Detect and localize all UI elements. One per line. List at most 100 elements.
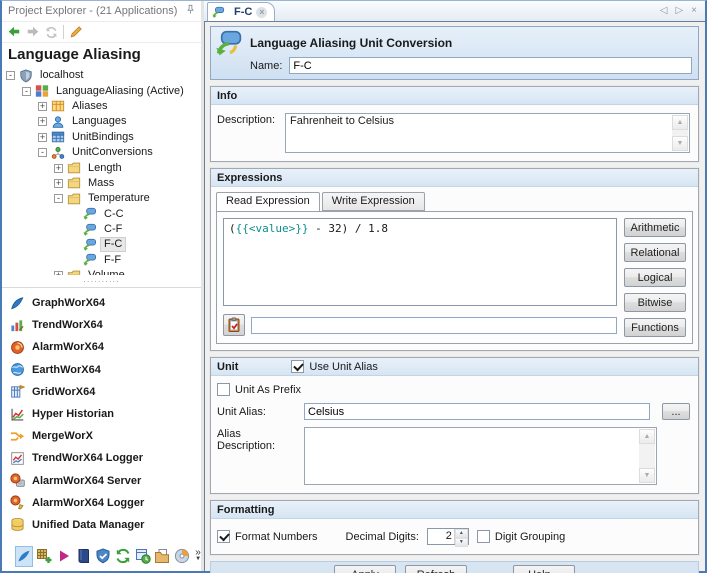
logical-button[interactable]: Logical <box>624 268 686 287</box>
pin-icon[interactable] <box>185 4 196 18</box>
scroll-down-icon[interactable]: ▼ <box>672 136 688 151</box>
unit-as-prefix-checkbox-box[interactable] <box>217 383 230 396</box>
edit-pencil-icon[interactable] <box>69 25 83 39</box>
tree-item-f-c[interactable]: F-C <box>2 237 201 252</box>
tab-f-c[interactable]: F-C × <box>207 2 275 21</box>
description-scrollbar[interactable]: ▲ ▼ <box>672 115 688 151</box>
unit-alias-input[interactable] <box>304 403 650 420</box>
alias-description-scrollbar[interactable]: ▲ ▼ <box>639 429 655 483</box>
app-item-graphworx64[interactable]: GraphWorX64 <box>2 292 201 314</box>
tree-item-label: Temperature <box>85 192 153 205</box>
decimal-digits-value[interactable]: 2 <box>428 529 454 544</box>
tab-strip-close-icon[interactable]: × <box>691 5 697 16</box>
splitter-handle[interactable]: ·········· <box>2 275 201 288</box>
app-item-alarmworx64-logger[interactable]: AlarmWorX64 Logger <box>2 492 201 514</box>
scroll-down-icon[interactable]: ▼ <box>639 468 655 483</box>
digit-grouping-checkbox[interactable]: Digit Grouping <box>477 530 565 543</box>
unit-as-prefix-label: Unit As Prefix <box>235 384 301 396</box>
scroll-up-icon[interactable]: ▲ <box>639 429 655 444</box>
expression-editor[interactable]: ({{<value>}} - 32) / 1.8 <box>223 218 617 306</box>
use-unit-alias-checkbox-box[interactable] <box>291 360 304 373</box>
browse-unit-alias-button[interactable]: ... <box>662 403 690 420</box>
unit-alias-label: Unit Alias: <box>217 405 297 418</box>
scroll-up-icon[interactable]: ▲ <box>672 115 688 130</box>
tree-item-languagealiasing-active[interactable]: -LanguageAliasing (Active) <box>2 83 201 98</box>
apply-button[interactable]: Apply <box>334 565 396 573</box>
app-item-trendworx64-logger[interactable]: TrendWorX64 Logger <box>2 447 201 469</box>
book-icon[interactable] <box>75 546 93 567</box>
expression-preview-input[interactable] <box>251 317 617 334</box>
alias-description-field[interactable]: ▲ ▼ <box>304 427 657 485</box>
functions-button[interactable]: Functions <box>624 318 686 337</box>
expand-icon[interactable]: + <box>54 164 63 173</box>
tab-close-icon[interactable]: × <box>256 7 267 18</box>
app-item-alarmworx64[interactable]: AlarmWorX64 <box>2 336 201 358</box>
run-play-icon[interactable] <box>55 546 73 567</box>
app-item-mergeworx[interactable]: MergeWorX <box>2 425 201 447</box>
tree-item-languages[interactable]: +Languages <box>2 114 201 129</box>
decimal-digits-stepper[interactable]: 2 ▲ ▼ <box>427 528 469 545</box>
bitwise-button[interactable]: Bitwise <box>624 293 686 312</box>
digit-grouping-checkbox-box[interactable] <box>477 530 490 543</box>
expand-icon[interactable]: + <box>54 179 63 188</box>
expand-icon[interactable]: + <box>38 117 47 126</box>
expand-icon[interactable]: + <box>38 133 47 142</box>
tree-item-unitconversions[interactable]: -UnitConversions <box>2 145 201 160</box>
tab-scroll-left-icon[interactable]: ◁ <box>660 5 668 16</box>
app-item-label: TrendWorX64 Logger <box>32 452 143 464</box>
format-numbers-checkbox[interactable]: Format Numbers <box>217 530 318 543</box>
refresh-data-icon[interactable] <box>114 546 132 567</box>
app-item-label: TrendWorX64 <box>32 319 103 331</box>
workbench-icon[interactable] <box>15 546 33 567</box>
spin-up-icon[interactable]: ▲ <box>455 529 468 538</box>
use-unit-alias-checkbox[interactable]: Use Unit Alias <box>291 360 377 373</box>
expressions-group: Expressions Read Expression Write Expres… <box>210 168 699 351</box>
tree-item-mass[interactable]: +Mass <box>2 176 201 191</box>
description-field[interactable]: Fahrenheit to Celsius ▲ ▼ <box>285 113 690 153</box>
help-button[interactable]: Help... <box>513 565 575 573</box>
tree-item-c-f[interactable]: C-F <box>2 222 201 237</box>
tree-item-aliases[interactable]: +Aliases <box>2 99 201 114</box>
expand-icon[interactable]: + <box>38 102 47 111</box>
security-shield-icon[interactable] <box>94 546 112 567</box>
scheduler-icon[interactable] <box>134 546 152 567</box>
expression-category-buttons: Arithmetic Relational Logical Bitwise Functi… <box>624 218 686 337</box>
format-numbers-checkbox-box[interactable] <box>217 530 230 543</box>
tab-scroll-right-icon[interactable]: ▷ <box>675 5 683 16</box>
refresh-button[interactable]: Refresh <box>405 565 467 573</box>
forward-arrow-icon <box>26 25 40 39</box>
collapse-icon[interactable]: - <box>6 71 15 80</box>
tree-item-length[interactable]: +Length <box>2 160 201 175</box>
spin-down-icon[interactable]: ▼ <box>455 538 468 547</box>
validate-expression-button[interactable] <box>223 314 245 336</box>
app-item-unified-data-manager[interactable]: Unified Data Manager <box>2 514 201 536</box>
editor-panel: F-C × ◁ ▷ × Language Aliasing Unit Conve… <box>204 1 705 571</box>
tree-item-localhost[interactable]: -localhost <box>2 68 201 83</box>
unit-as-prefix-checkbox[interactable]: Unit As Prefix <box>217 383 301 396</box>
tree-item-volume[interactable]: +Volume <box>2 268 201 275</box>
tree-item-temperature[interactable]: - Temperature <box>2 191 201 206</box>
collapse-icon[interactable]: - <box>54 194 63 203</box>
back-arrow-icon[interactable] <box>7 25 21 39</box>
toolbar-overflow-button[interactable]: »▼ <box>195 550 201 562</box>
app-item-earthworx64[interactable]: EarthWorX64 <box>2 359 201 381</box>
formatting-group: Formatting Format Numbers Decimal Digits… <box>210 500 699 555</box>
name-input[interactable] <box>289 57 692 74</box>
tab-read-expression[interactable]: Read Expression <box>216 192 320 212</box>
app-item-alarmworx64-server[interactable]: AlarmWorX64 Server <box>2 470 201 492</box>
arithmetic-button[interactable]: Arithmetic <box>624 218 686 237</box>
project-grid-icon[interactable] <box>35 546 53 567</box>
tree-item-unitbindings[interactable]: +UnitBindings <box>2 130 201 145</box>
collapse-icon[interactable]: - <box>38 148 47 157</box>
app-item-gridworx64[interactable]: GridWorX64 <box>2 381 201 403</box>
relational-button[interactable]: Relational <box>624 243 686 262</box>
media-disc-icon[interactable] <box>173 546 191 567</box>
app-item-hyper-historian[interactable]: Hyper Historian <box>2 403 201 425</box>
tree-item-c-c[interactable]: C-C <box>2 207 201 222</box>
collapse-icon[interactable]: - <box>22 87 31 96</box>
tree-item-f-f[interactable]: F-F <box>2 253 201 268</box>
tab-write-expression[interactable]: Write Expression <box>322 192 425 211</box>
app-item-trendworx64[interactable]: TrendWorX64 <box>2 314 201 336</box>
app-item-label: GraphWorX64 <box>32 297 105 309</box>
documents-folder-icon[interactable] <box>154 546 172 567</box>
